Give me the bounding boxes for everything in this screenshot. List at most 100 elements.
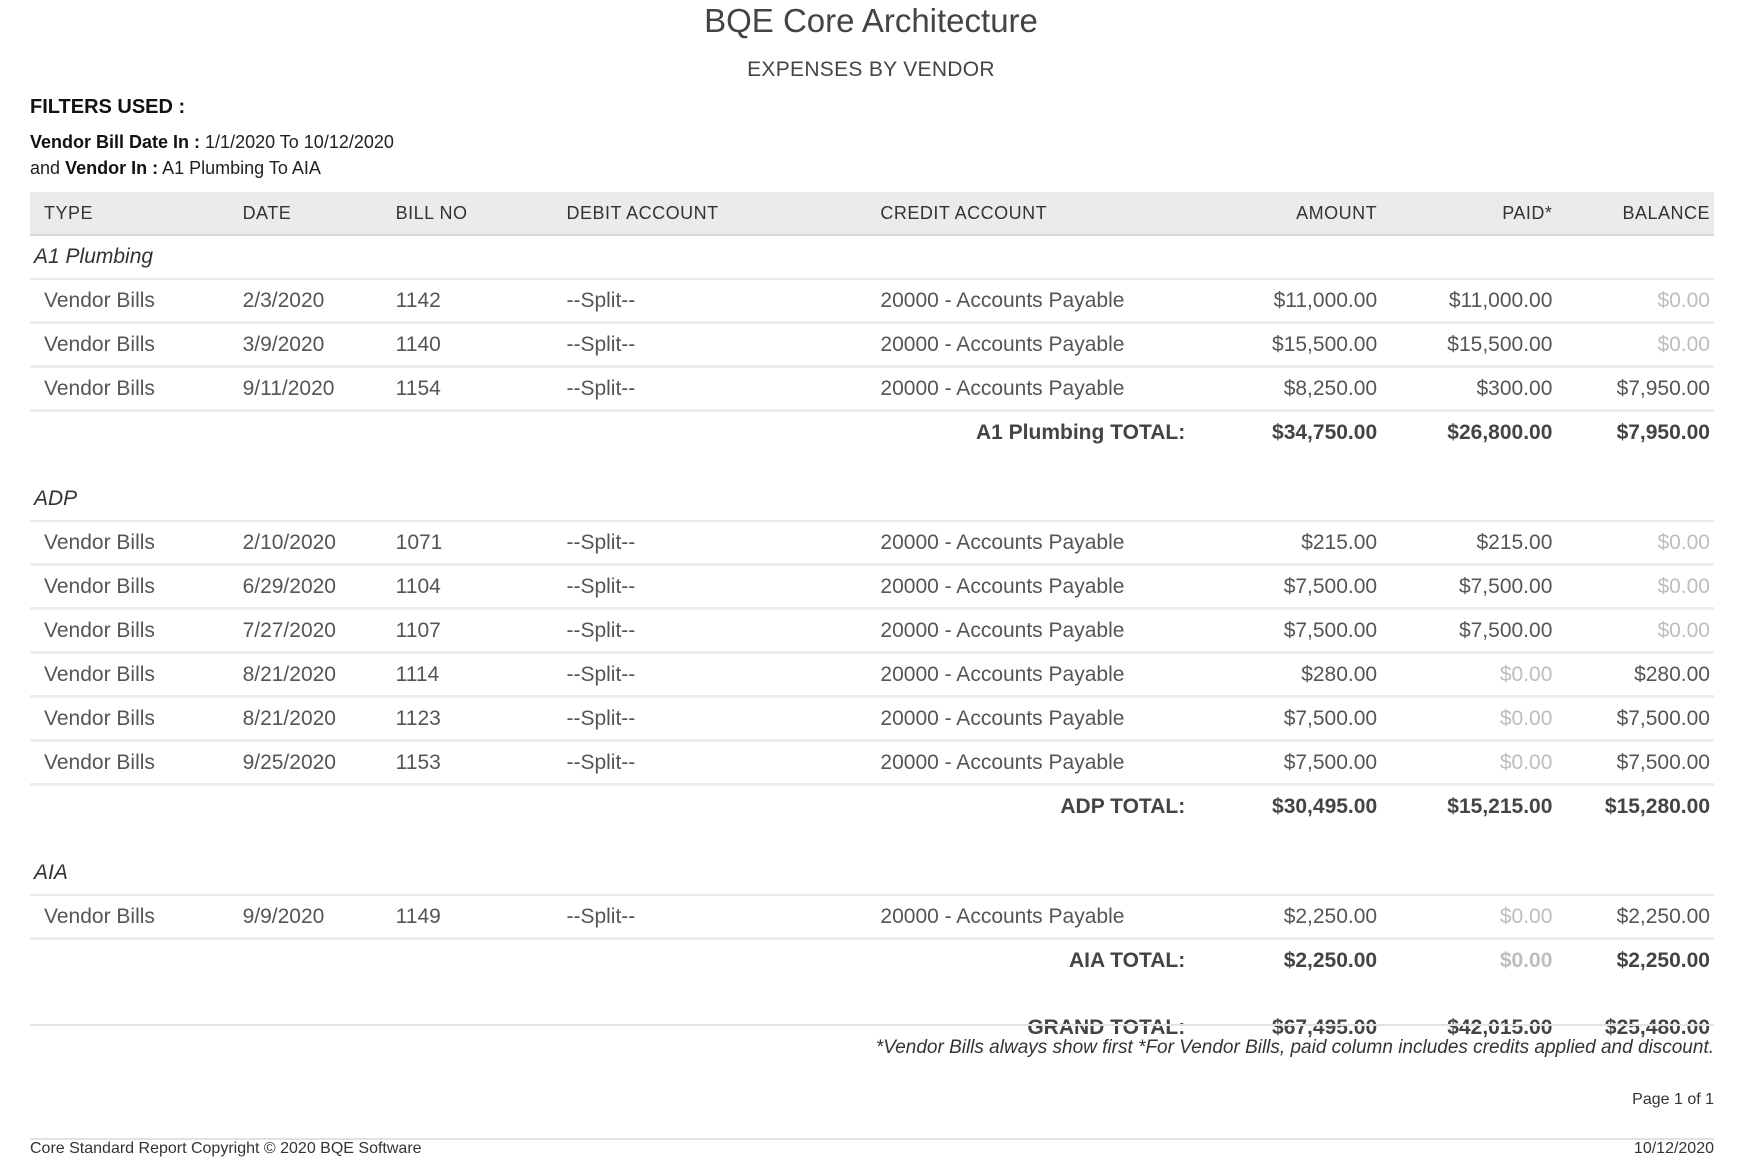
cell-date: 6/29/2020 (228, 564, 382, 610)
cell-balance: $7,500.00 (1556, 696, 1714, 742)
table-row: Vendor Bills 6/29/2020 1104 --Split-- 20000 … (30, 564, 1714, 610)
vendor-total-label: ADP TOTAL: (1060, 795, 1186, 818)
cell-debit-account: --Split-- (552, 696, 867, 742)
cell-type: Vendor Bills (30, 564, 229, 610)
cell-debit-account: --Split-- (552, 652, 867, 698)
vendor-group-header: AIA (30, 852, 1714, 896)
cell-amount: $7,500.00 (1199, 740, 1382, 786)
cell-date: 2/3/2020 (228, 279, 382, 324)
footer-divider (30, 1024, 1714, 1026)
vendor-total-row: ADP TOTAL: $30,495.00 $15,215.00 $15,280.00 (30, 785, 1714, 829)
vendor-name: ADP (30, 478, 1714, 522)
cell-credit-account: 20000 - Accounts Payable (866, 564, 1200, 610)
col-header-date: DATE (228, 192, 382, 236)
cell-amount: $8,250.00 (1199, 366, 1382, 412)
filter-vendor-value: A1 Plumbing To AIA (162, 158, 321, 178)
footer-note: *Vendor Bills always show first *For Ven… (875, 1037, 1714, 1058)
vendor-group-header: ADP (30, 478, 1714, 522)
cell-type: Vendor Bills (30, 366, 229, 412)
cell-paid: $7,500.00 (1381, 608, 1557, 654)
vendor-group-header: A1 Plumbing (30, 235, 1714, 280)
total-amount: $2,250.00 (1283, 949, 1378, 972)
cell-date: 2/10/2020 (228, 521, 382, 566)
cell-paid: $15,500.00 (1381, 322, 1557, 368)
cell-credit-account: 20000 - Accounts Payable (866, 521, 1200, 566)
total-paid: $0.00 (1499, 949, 1553, 972)
cell-debit-account: --Split-- (552, 366, 867, 412)
filter-date-value: 1/1/2020 To 10/12/2020 (205, 132, 394, 152)
cell-type: Vendor Bills (30, 696, 229, 742)
col-header-credit-account: CREDIT ACCOUNT (866, 192, 1200, 236)
cell-credit-account: 20000 - Accounts Payable (866, 696, 1200, 742)
spacer-cell (30, 828, 1714, 852)
cell-balance: $0.00 (1556, 322, 1714, 368)
cell-amount: $7,500.00 (1199, 608, 1382, 654)
table-row: Vendor Bills 2/3/2020 1142 --Split-- 20000 -… (30, 279, 1714, 324)
report-title: EXPENSES BY VENDOR (747, 58, 995, 81)
cell-debit-account: --Split-- (552, 521, 867, 566)
cell-credit-account: 20000 - Accounts Payable (866, 608, 1200, 654)
cell-credit-account: 20000 - Accounts Payable (866, 740, 1200, 786)
cell-bill-no: 1123 (381, 696, 553, 742)
copyright-text: Core Standard Report Copyright © 2020 BQ… (30, 1140, 422, 1157)
cell-type: Vendor Bills (30, 740, 229, 786)
cell-balance: $0.00 (1556, 521, 1714, 566)
vendor-total-label: AIA TOTAL: (1068, 949, 1186, 972)
cell-bill-no: 1153 (381, 740, 553, 786)
group-spacer (30, 454, 1714, 478)
cell-debit-account: --Split-- (552, 608, 867, 654)
cell-bill-no: 1142 (381, 279, 553, 324)
filter-and-text: and (30, 158, 61, 178)
cell-amount: $280.00 (1199, 652, 1382, 698)
cell-bill-no: 1154 (381, 366, 553, 412)
vendor-name: A1 Plumbing (30, 235, 1714, 280)
table-row: Vendor Bills 7/27/2020 1107 --Split-- 20000 … (30, 608, 1714, 654)
total-balance: $7,950.00 (1616, 421, 1710, 444)
cell-date: 8/21/2020 (228, 696, 382, 742)
cell-amount: $7,500.00 (1199, 564, 1382, 610)
cell-debit-account: --Split-- (552, 279, 867, 324)
cell-balance: $280.00 (1556, 652, 1714, 698)
cell-amount: $215.00 (1199, 521, 1382, 566)
table-row: Vendor Bills 9/25/2020 1153 --Split-- 20000 … (30, 740, 1714, 786)
cell-credit-account: 20000 - Accounts Payable (866, 279, 1200, 324)
cell-bill-no: 1107 (381, 608, 553, 654)
cell-paid: $7,500.00 (1381, 564, 1557, 610)
spacer-cell (30, 982, 1714, 1006)
cell-date: 9/25/2020 (228, 740, 382, 786)
cell-balance: $0.00 (1556, 279, 1714, 324)
col-header-debit-account: DEBIT ACCOUNT (552, 192, 867, 236)
cell-date: 8/21/2020 (228, 652, 382, 698)
col-header-amount: AMOUNT (1199, 192, 1382, 236)
col-header-type: TYPE (30, 192, 229, 236)
report-company-title: BQE Core Architecture (704, 2, 1038, 39)
group-spacer (30, 828, 1714, 852)
cell-paid: $0.00 (1381, 652, 1557, 698)
filter-date-range: Vendor Bill Date In : 1/1/2020 To 10/12/… (30, 132, 394, 153)
spacer-cell (30, 454, 1714, 478)
total-amount: $30,495.00 (1272, 795, 1378, 818)
cell-amount: $15,500.00 (1199, 322, 1382, 368)
cell-credit-account: 20000 - Accounts Payable (866, 366, 1200, 412)
table-row: Vendor Bills 3/9/2020 1140 --Split-- 20000 -… (30, 322, 1714, 368)
table-row: Vendor Bills 8/21/2020 1123 --Split-- 20000 … (30, 696, 1714, 742)
total-balance: $2,250.00 (1616, 949, 1710, 972)
cell-debit-account: --Split-- (552, 322, 867, 368)
cell-paid: $0.00 (1381, 895, 1557, 940)
vendor-total-row: AIA TOTAL: $2,250.00 $0.00 $2,250.00 (30, 939, 1714, 983)
cell-paid: $11,000.00 (1381, 279, 1557, 324)
cell-paid: $0.00 (1381, 740, 1557, 786)
cell-bill-no: 1104 (381, 564, 553, 610)
cell-type: Vendor Bills (30, 521, 229, 566)
col-header-bill-no: BILL NO (381, 192, 553, 236)
page-number: Page 1 of 1 (1632, 1091, 1714, 1108)
cell-amount: $7,500.00 (1199, 696, 1382, 742)
cell-debit-account: --Split-- (552, 564, 867, 610)
cell-balance: $7,950.00 (1556, 366, 1714, 412)
col-header-paid: PAID* (1381, 192, 1557, 236)
cell-balance: $0.00 (1556, 608, 1714, 654)
cell-credit-account: 20000 - Accounts Payable (866, 895, 1200, 940)
total-paid: $15,215.00 (1447, 795, 1553, 818)
cell-bill-no: 1149 (381, 895, 553, 940)
cell-debit-account: --Split-- (552, 740, 867, 786)
